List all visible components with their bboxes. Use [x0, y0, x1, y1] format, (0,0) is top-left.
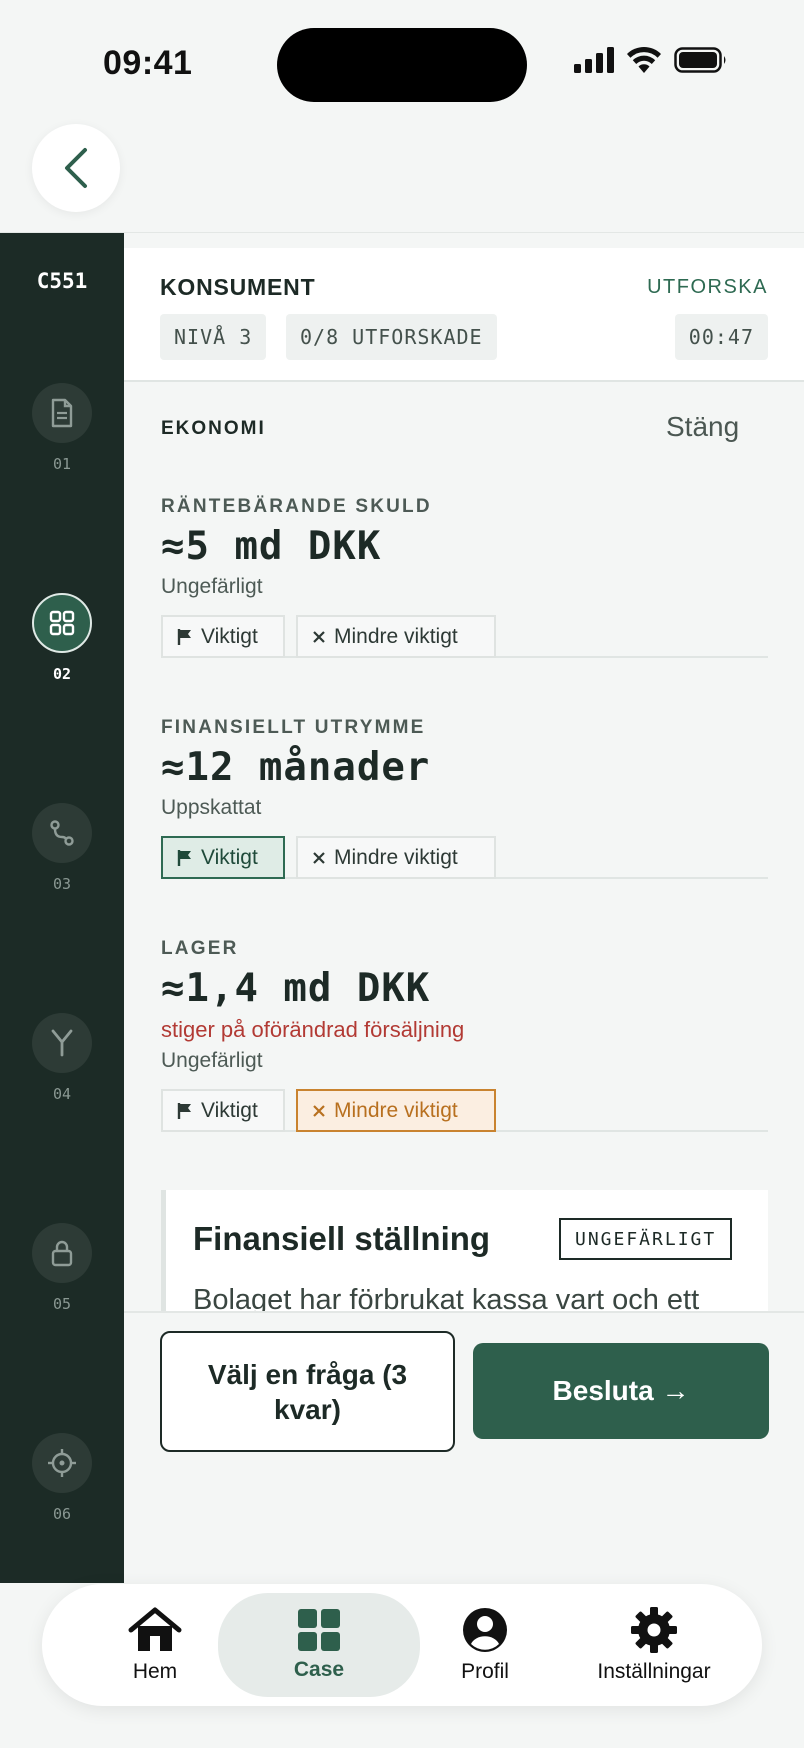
status-icons: [574, 46, 728, 73]
fact-value: ≈5 md DKK: [161, 524, 382, 569]
less-important-label: Mindre viktigt: [334, 624, 458, 648]
fact-item: FINANSIELLT UTRYMME ≈12 månader Uppskatt…: [161, 717, 768, 879]
grid-icon: [49, 610, 75, 636]
case-header: KONSUMENT UTFORSKA NIVÅ 3 0/8 UTFORSKADE…: [124, 248, 804, 382]
crosshair-icon: [48, 1449, 76, 1477]
rail-step-01[interactable]: 01: [0, 383, 124, 473]
close-icon: [313, 1104, 325, 1117]
profile-icon: [463, 1608, 507, 1652]
rail-step-circle-active: [32, 593, 92, 653]
grid-icon: [298, 1609, 340, 1651]
rail-step-02[interactable]: 02: [0, 593, 124, 683]
rating-row: Viktigt Mindre viktigt: [161, 615, 768, 658]
important-label: Viktigt: [201, 845, 258, 869]
status-time: 09:41: [103, 44, 193, 82]
wifi-icon: [627, 46, 661, 73]
tab-case[interactable]: Case: [218, 1593, 420, 1697]
important-label: Viktigt: [201, 1098, 258, 1122]
tab-label: Case: [293, 1658, 345, 1681]
gear-icon: [631, 1607, 677, 1653]
lock-icon: [51, 1240, 73, 1267]
less-important-button-selected[interactable]: Mindre viktigt: [296, 1089, 496, 1132]
less-important-label: Mindre viktigt: [334, 845, 458, 869]
fork-icon: [51, 1029, 73, 1057]
fact-qualifier: Ungefärligt: [161, 575, 263, 598]
fact-value: ≈1,4 md DKK: [161, 966, 431, 1011]
rail-step-circle: [32, 383, 92, 443]
fact-qualifier: Ungefärligt: [161, 1049, 263, 1072]
fact-item: LAGER ≈1,4 md DKK stiger på oförändrad f…: [161, 938, 768, 1132]
document-icon: [51, 398, 73, 428]
section-label: EKONOMI: [161, 418, 266, 439]
rail-step-06[interactable]: 06: [0, 1433, 124, 1523]
rail-step-circle: [32, 1433, 92, 1493]
status-bar: 09:41: [0, 0, 804, 120]
rail-step-number: 04: [52, 1085, 72, 1103]
dynamic-island: [277, 28, 527, 102]
rail-step-04[interactable]: 04: [0, 1013, 124, 1103]
tab-label: Profil: [461, 1660, 509, 1683]
less-important-button[interactable]: Mindre viktigt: [296, 836, 496, 879]
flag-icon: [177, 849, 191, 866]
rating-row: Viktigt Mindre viktigt: [161, 836, 768, 879]
tab-label: Hem: [132, 1660, 178, 1683]
flag-icon: [177, 1102, 191, 1119]
fact-value: ≈12 månader: [161, 745, 431, 790]
fact-label: FINANSIELLT UTRYMME: [161, 717, 426, 738]
less-important-label: Mindre viktigt: [334, 1098, 458, 1122]
summary-badge: UNGEFÄRLIGT: [559, 1218, 733, 1260]
cellular-signal-icon: [574, 46, 614, 73]
fact-warning-note: stiger på oförändrad försäljning: [161, 1017, 465, 1042]
important-button-selected[interactable]: Viktigt: [161, 836, 285, 879]
rail-step-03[interactable]: 03: [0, 803, 124, 893]
close-button[interactable]: Stäng: [666, 411, 739, 443]
battery-icon: [674, 46, 726, 73]
important-button[interactable]: Viktigt: [161, 1089, 285, 1132]
close-icon: [313, 630, 325, 643]
summary-title: Finansiell ställning: [193, 1220, 491, 1257]
explored-chip: 0/8 UTFORSKADE: [286, 314, 497, 360]
rail-step-number: 03: [52, 875, 72, 893]
rating-row: Viktigt Mindre viktigt: [161, 1089, 768, 1132]
close-icon: [313, 851, 325, 864]
important-label: Viktigt: [201, 624, 258, 648]
important-button[interactable]: Viktigt: [161, 615, 285, 658]
rail-step-number: 01: [52, 455, 72, 473]
flag-icon: [177, 628, 191, 645]
rail-step-circle: [32, 1223, 92, 1283]
rail-step-number: 05: [52, 1295, 72, 1313]
rail-step-number: 02: [52, 665, 72, 683]
fact-qualifier: Uppskattat: [161, 796, 262, 819]
less-important-button[interactable]: Mindre viktigt: [296, 615, 496, 658]
timer-chip: 00:47: [674, 314, 768, 360]
summary-text: Bolaget har förbrukat kassa vart och ett: [193, 1284, 700, 1312]
summary-card[interactable]: Finansiell ställning UNGEFÄRLIGT Bolaget…: [161, 1190, 768, 1312]
fact-label: RÄNTEBÄRANDE SKULD: [161, 496, 432, 517]
chevron-left-icon: [65, 148, 87, 188]
tab-home[interactable]: Hem: [95, 1584, 215, 1706]
mode-label: UTFORSKA: [647, 276, 768, 298]
tab-settings[interactable]: Inställningar: [579, 1584, 729, 1706]
case-title: KONSUMENT: [160, 274, 316, 300]
rail-step-circle: [32, 803, 92, 863]
fact-item: RÄNTEBÄRANDE SKULD ≈5 md DKK Ungefärligt…: [161, 496, 768, 658]
home-icon: [128, 1607, 182, 1651]
route-icon: [50, 820, 74, 846]
back-button[interactable]: [32, 124, 120, 212]
fact-label: LAGER: [161, 938, 239, 959]
level-chip: NIVÅ 3: [160, 314, 267, 360]
action-bar: Välj en fråga (3 kvar) Besluta →: [124, 1311, 804, 1583]
tab-bar: Hem Case Profil Inställningar: [42, 1584, 762, 1706]
step-rail: C551 01 02 03 04 05 06: [0, 233, 124, 1583]
case-code: C551: [36, 269, 88, 293]
ask-question-button[interactable]: Välj en fråga (3 kvar): [160, 1331, 455, 1452]
rail-step-05[interactable]: 05: [0, 1223, 124, 1313]
tab-profile[interactable]: Profil: [425, 1584, 545, 1706]
tab-label: Inställningar: [597, 1660, 711, 1683]
rail-step-number: 06: [52, 1505, 72, 1523]
decide-button[interactable]: Besluta →: [473, 1343, 769, 1439]
rail-step-circle: [32, 1013, 92, 1073]
